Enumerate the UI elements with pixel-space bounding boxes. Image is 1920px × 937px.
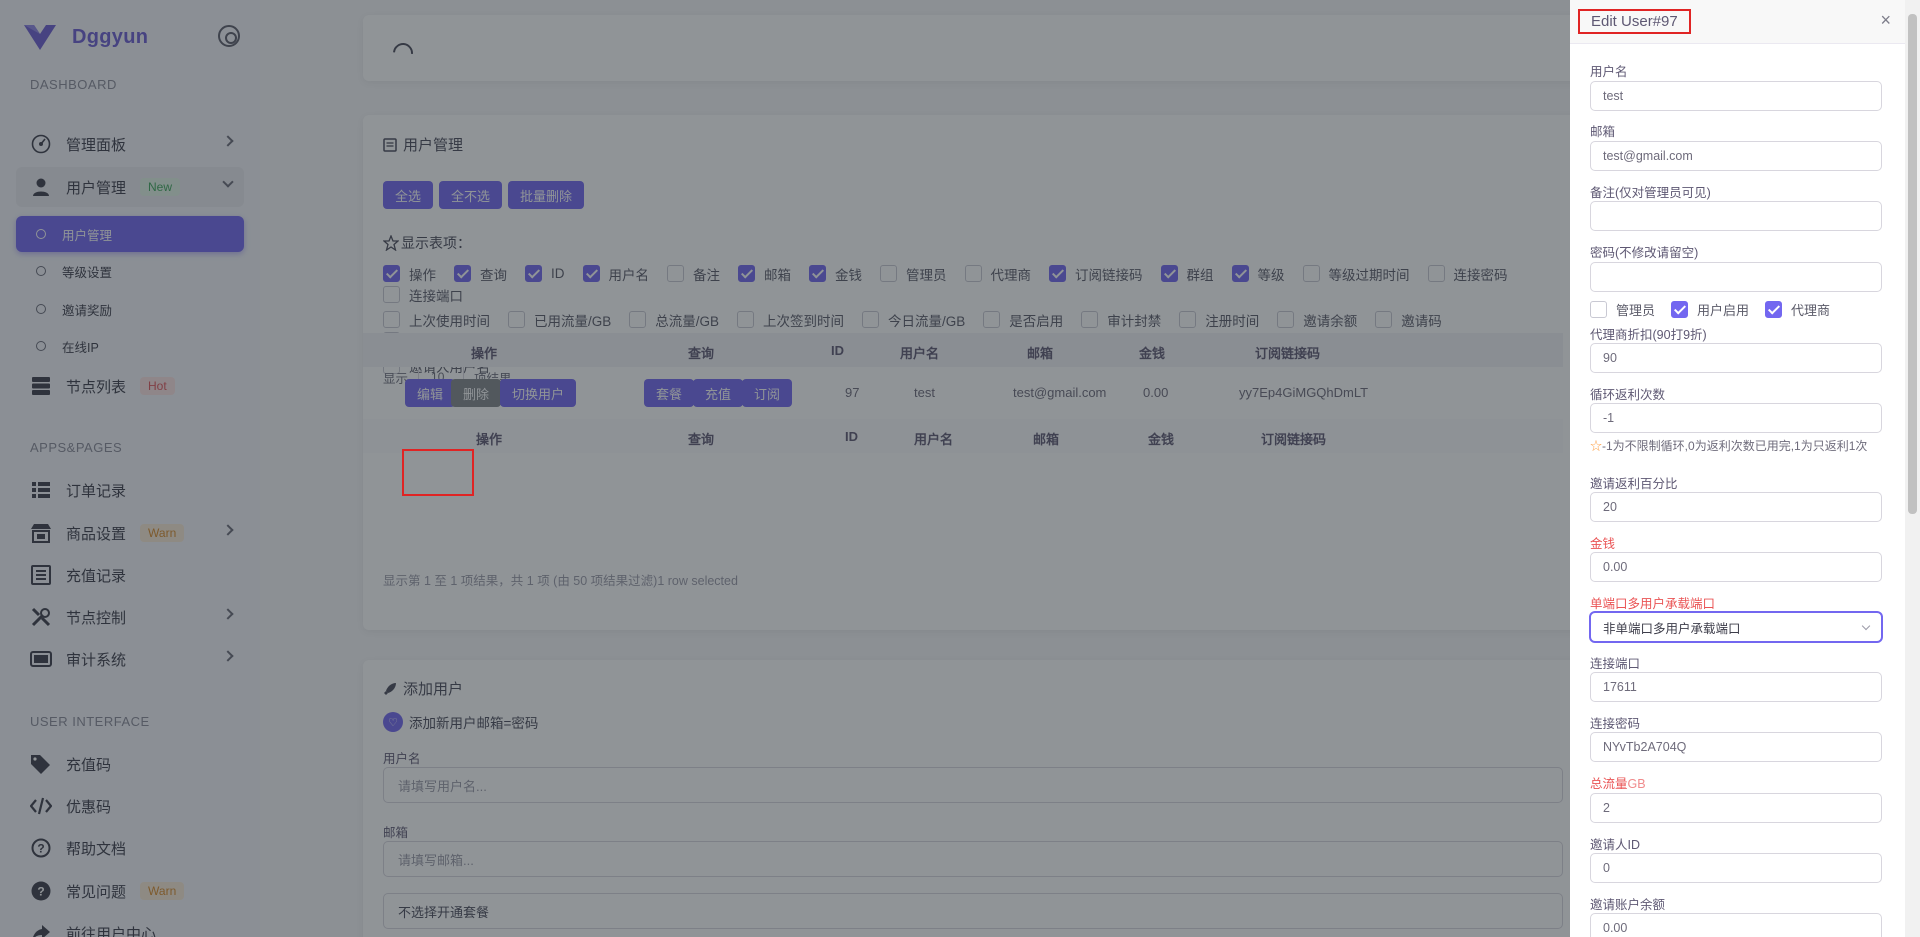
email-label: 邮箱 [1590, 125, 1616, 139]
total-traffic-unit: GB [1627, 777, 1646, 791]
username-value: test [1603, 89, 1624, 103]
admin-label: 管理员 [1616, 303, 1656, 318]
money-input[interactable]: 0.00 [1590, 552, 1882, 582]
agent-label: 代理商 [1791, 303, 1831, 318]
edit-button-highlight [402, 449, 474, 496]
agent-checkbox[interactable]: 代理商 [1765, 301, 1830, 318]
total-traffic-label-text: 总流量 [1590, 777, 1628, 791]
email-input[interactable]: test@gmail.com [1590, 141, 1882, 171]
rebate-times-value: -1 [1603, 411, 1615, 425]
single-port-value: 非单端口多用户承载端口 [1603, 621, 1741, 636]
modal-backdrop[interactable] [0, 0, 1570, 937]
chevron-down-icon [1861, 621, 1871, 631]
panel-title: Edit User#97 [1578, 9, 1691, 34]
panel-header: Edit User#97 × [1570, 0, 1905, 44]
port-label: 连接端口 [1590, 657, 1641, 671]
total-traffic-input[interactable]: 2 [1590, 793, 1882, 823]
username-label: 用户名 [1590, 65, 1628, 79]
rebate-percent-input[interactable]: 20 [1590, 492, 1882, 522]
money-value: 0.00 [1603, 560, 1628, 574]
checkbox[interactable] [1590, 301, 1607, 318]
rebate-percent-value: 20 [1603, 500, 1617, 514]
edit-user-panel: Edit User#97 × 用户名 test 邮箱 test@gmail.co… [1570, 0, 1920, 937]
rebate-times-label: 循环返利次数 [1590, 388, 1666, 402]
single-port-select[interactable]: 非单端口多用户承载端口 [1590, 612, 1882, 642]
rebate-tip: ☆-1为不限制循环,0为返利次数已用完,1为只返利1次 [1590, 437, 1867, 454]
agent-discount-input[interactable]: 90 [1590, 343, 1882, 373]
conn-password-input[interactable]: NYvTb2A704Q [1590, 732, 1882, 762]
rebate-times-input[interactable]: -1 [1590, 403, 1882, 433]
invite-balance-input[interactable]: 0.00 [1590, 913, 1882, 937]
remark-input[interactable] [1590, 201, 1882, 231]
checkbox[interactable] [1671, 301, 1689, 318]
port-input[interactable]: 17611 [1590, 672, 1882, 702]
agent-discount-value: 90 [1603, 351, 1617, 365]
enabled-label: 用户启用 [1697, 303, 1750, 318]
enabled-checkbox[interactable]: 用户启用 [1671, 301, 1749, 318]
single-port-label: 单端口多用户承载端口 [1590, 597, 1716, 611]
rebate-percent-label: 邀请返利百分比 [1590, 477, 1678, 491]
rebate-tip-text: -1为不限制循环,0为返利次数已用完,1为只返利1次 [1602, 439, 1868, 453]
remark-label: 备注(仅对管理员可见) [1590, 186, 1711, 200]
total-traffic-label: 总流量GB [1590, 773, 1646, 792]
email-value: test@gmail.com [1603, 149, 1693, 163]
checkbox[interactable] [1765, 301, 1783, 318]
money-label: 金钱 [1590, 537, 1616, 551]
star-icon: ☆ [1590, 439, 1603, 453]
password-label: 密码(不修改请留空) [1590, 246, 1699, 260]
conn-password-value: NYvTb2A704Q [1603, 740, 1687, 754]
inviter-id-input[interactable]: 0 [1590, 853, 1882, 883]
admin-checkbox[interactable]: 管理员 [1590, 301, 1655, 318]
username-input[interactable]: test [1590, 81, 1882, 111]
role-checkboxes: 管理员 用户启用 代理商 [1590, 301, 1846, 318]
inviter-id-label: 邀请人ID [1590, 838, 1641, 852]
port-value: 17611 [1603, 680, 1637, 694]
invite-balance-label: 邀请账户余额 [1590, 898, 1666, 912]
password-input[interactable] [1590, 262, 1882, 292]
invite-balance-value: 0.00 [1603, 921, 1628, 935]
conn-password-label: 连接密码 [1590, 717, 1641, 731]
scrollbar-thumb[interactable] [1908, 14, 1917, 514]
panel-scrollbar[interactable] [1905, 0, 1920, 937]
total-traffic-value: 2 [1603, 801, 1610, 815]
close-icon[interactable]: × [1880, 10, 1891, 31]
inviter-id-value: 0 [1603, 861, 1610, 875]
agent-discount-label: 代理商折扣(90打9折) [1590, 328, 1707, 342]
